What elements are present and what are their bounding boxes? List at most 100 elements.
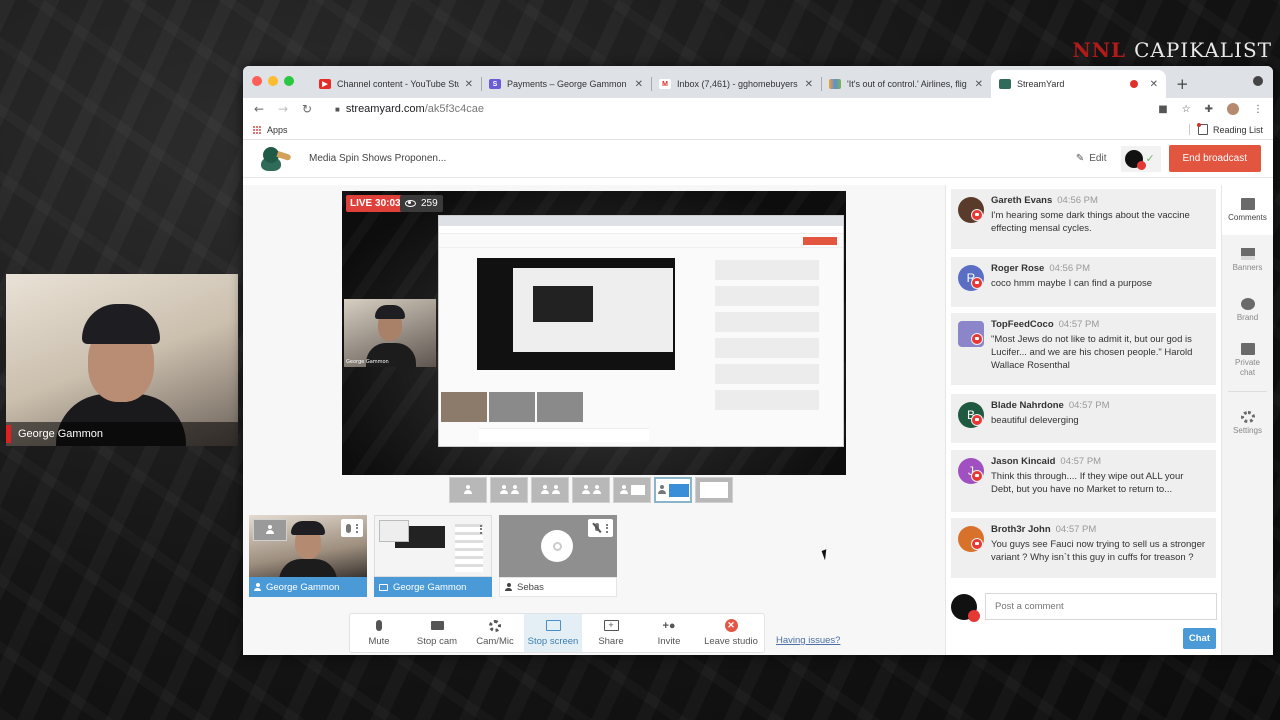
- reading-list-button[interactable]: Reading List: [1188, 123, 1263, 135]
- back-icon[interactable]: ←: [253, 102, 265, 116]
- tab-title: 'It's out of control.' Airlines, flig: [847, 79, 967, 89]
- stage-camera-feed: George Gammon: [344, 299, 436, 367]
- comment-author: Gareth Evans: [991, 195, 1053, 206]
- chat-message[interactable]: B Blade Nahrdone 04:57 PM beautiful delev…: [951, 394, 1216, 443]
- mic-muted-icon[interactable]: [593, 523, 601, 533]
- participant-tile[interactable]: Sebas: [499, 515, 617, 597]
- cam-mic-settings-button[interactable]: Cam/Mic: [466, 614, 524, 652]
- close-tab-icon[interactable]: ✕: [465, 79, 473, 90]
- bookmark-star-icon[interactable]: ☆: [1182, 104, 1191, 115]
- chat-message[interactable]: J Jason Kincaid 04:57 PM Think this throu…: [951, 450, 1216, 512]
- layout-split[interactable]: [490, 477, 528, 503]
- comment-author: Broth3r John: [991, 524, 1051, 535]
- sidebar-label: Brand: [1236, 312, 1259, 322]
- layout-leader[interactable]: [572, 477, 610, 503]
- youtube-icon: [971, 414, 983, 426]
- live-timer-badge: LIVE 30:03: [346, 195, 405, 212]
- person-icon: [254, 583, 261, 591]
- close-window-button[interactable]: [252, 76, 262, 86]
- screen-icon: [545, 620, 561, 631]
- url-field[interactable]: ■ streamyard.com/ak5f3c4cae: [325, 103, 1146, 115]
- banner-icon: [1240, 247, 1255, 260]
- post-comment-input[interactable]: [985, 593, 1217, 620]
- browser-tab[interactable]: ▶ Channel content - YouTube Stu ✕: [311, 70, 481, 98]
- edit-button[interactable]: ✎ Edit: [1076, 153, 1107, 164]
- browser-tab-active[interactable]: StreamYard ✕: [991, 70, 1166, 98]
- studio-header: Media Spin Shows Proponen... ✎ Edit ✓ En…: [243, 140, 1273, 178]
- comment-time: 04:56 PM: [1049, 263, 1090, 274]
- check-icon: ✓: [1145, 152, 1155, 165]
- bookmarks-bar: Apps Reading List: [243, 120, 1273, 140]
- chat-message[interactable]: Gareth Evans 04:56 PM I'm hearing some da…: [951, 189, 1216, 249]
- close-tab-icon[interactable]: ✕: [805, 79, 813, 90]
- share-button[interactable]: + Share: [582, 614, 640, 652]
- having-issues-link[interactable]: Having issues?: [776, 635, 840, 646]
- comment-time: 04:57 PM: [1055, 524, 1097, 535]
- sidebar-item-settings[interactable]: Settings: [1222, 398, 1273, 448]
- layout-group[interactable]: [531, 477, 569, 503]
- close-tab-icon[interactable]: ✕: [1150, 79, 1158, 90]
- nbc-icon: [829, 79, 841, 89]
- new-tab-button[interactable]: +: [1176, 75, 1189, 93]
- camera-indicator-icon[interactable]: ■: [1158, 104, 1167, 115]
- window-controls: [252, 76, 294, 86]
- streamyard-icon: [999, 79, 1011, 89]
- chat-message[interactable]: TopFeedCoco 04:57 PM "Most Jews do not li…: [951, 313, 1216, 385]
- sidebar-item-private-chat[interactable]: Private chat: [1222, 335, 1273, 385]
- channel-logo: NNL CAPIKALIST: [1072, 38, 1272, 62]
- invite-icon: +●: [662, 619, 676, 632]
- more-options-icon[interactable]: [480, 524, 482, 534]
- browser-tab[interactable]: 'It's out of control.' Airlines, flig ✕: [821, 70, 991, 98]
- profile-avatar[interactable]: [1227, 103, 1239, 115]
- remove-from-stage-button[interactable]: [379, 520, 409, 542]
- stop-cam-button[interactable]: Stop cam: [408, 614, 466, 652]
- sidebar-item-comments[interactable]: Comments: [1222, 185, 1273, 235]
- layout-fullscreen[interactable]: [695, 477, 733, 503]
- sidebar-item-brand[interactable]: Brand: [1222, 285, 1273, 335]
- layout-pip[interactable]: [613, 477, 651, 503]
- mute-button[interactable]: Mute: [350, 614, 408, 652]
- maximize-window-button[interactable]: [284, 76, 294, 86]
- studio-toolbar: Mute Stop cam Cam/Mic Stop screen + Shar…: [349, 613, 765, 653]
- more-options-icon[interactable]: [356, 523, 358, 533]
- stage-cam-label: George Gammon: [346, 359, 389, 365]
- close-tab-icon[interactable]: ✕: [635, 79, 643, 90]
- sidebar-item-banners[interactable]: Banners: [1222, 235, 1273, 285]
- end-broadcast-button[interactable]: End broadcast: [1168, 145, 1261, 172]
- layout-solo[interactable]: [449, 477, 487, 503]
- extensions-icon[interactable]: ✚: [1205, 104, 1213, 115]
- mic-icon[interactable]: [346, 523, 351, 533]
- stop-screen-button[interactable]: Stop screen: [524, 614, 582, 652]
- reload-icon[interactable]: ↻: [301, 102, 313, 116]
- chat-send-button[interactable]: Chat: [1182, 628, 1216, 649]
- palette-icon: [1240, 297, 1255, 310]
- more-options-icon[interactable]: [606, 523, 608, 533]
- comment-author: Jason Kincaid: [991, 456, 1056, 467]
- minimize-window-button[interactable]: [268, 76, 278, 86]
- destination-avatar[interactable]: ✓: [1120, 145, 1161, 172]
- mouse-cursor: [821, 547, 835, 561]
- invite-button[interactable]: +● Invite: [640, 614, 698, 652]
- edit-label: Edit: [1089, 153, 1107, 164]
- tab-search-icon[interactable]: [1253, 76, 1263, 86]
- browser-menu-icon[interactable]: ⋮: [1253, 104, 1263, 115]
- share-screen-icon: +: [603, 620, 619, 631]
- apps-bookmark[interactable]: Apps: [267, 125, 288, 135]
- comment-time: 04:57 PM: [1068, 400, 1110, 411]
- tab-title: Inbox (7,461) - gghomebuyers: [677, 79, 798, 89]
- participant-tile[interactable]: George Gammon: [374, 515, 492, 597]
- chat-message[interactable]: Broth3r John 04:57 PM You guys see Fauci …: [951, 518, 1216, 578]
- forward-icon[interactable]: →: [277, 102, 289, 116]
- participant-tile[interactable]: George Gammon: [249, 515, 367, 597]
- browser-tab[interactable]: S Payments – George Gammon - ✕: [481, 70, 651, 98]
- chat-message[interactable]: R Roger Rose 04:56 PM coco hmm maybe I ca…: [951, 257, 1216, 307]
- layout-screen-sidebar[interactable]: [654, 477, 692, 503]
- tab-title: StreamYard: [1017, 79, 1065, 89]
- close-tab-icon[interactable]: ✕: [975, 79, 983, 90]
- remove-from-stage-button[interactable]: [253, 519, 287, 541]
- leave-studio-button[interactable]: ✕ Leave studio: [698, 614, 764, 652]
- pencil-icon: ✎: [1075, 153, 1085, 164]
- youtube-icon: ▶: [319, 79, 331, 89]
- browser-tab[interactable]: M Inbox (7,461) - gghomebuyers ✕: [651, 70, 821, 98]
- participant-name: George Gammon: [393, 581, 467, 593]
